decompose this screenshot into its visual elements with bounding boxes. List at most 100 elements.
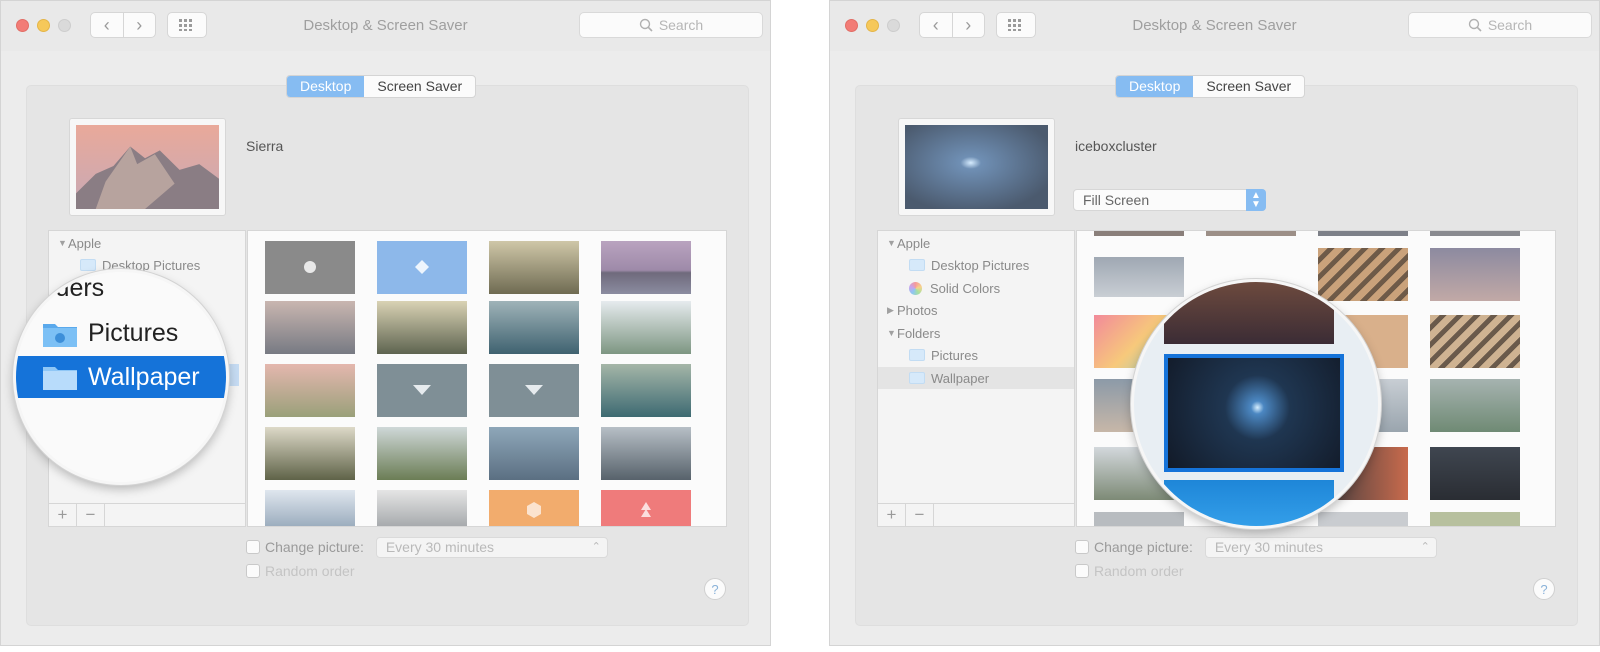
wallpaper-name: iceboxcluster	[1075, 138, 1157, 154]
wallpaper-thumbnail[interactable]	[377, 364, 467, 417]
magnified-thumbnail-above[interactable]	[1164, 282, 1334, 344]
remove-folder-button[interactable]: −	[77, 504, 105, 526]
minimize-button[interactable]	[37, 19, 50, 32]
sidebar-item-photos[interactable]: ▶ Photos	[878, 299, 1074, 321]
show-all-button[interactable]	[167, 12, 207, 38]
tab-screen-saver[interactable]: Screen Saver	[364, 76, 475, 97]
wallpaper-thumbnail[interactable]	[601, 427, 691, 480]
wallpaper-thumbnail[interactable]	[1430, 447, 1520, 500]
disclosure-triangle-icon[interactable]: ▼	[887, 238, 897, 248]
magnified-item-pictures[interactable]: Pictures	[42, 319, 178, 348]
sidebar-item-pictures[interactable]: Pictures	[878, 344, 1074, 366]
search-icon	[1468, 18, 1482, 32]
sidebar-item-apple[interactable]: ▼ Apple	[878, 232, 1074, 254]
wallpaper-preview	[69, 118, 226, 216]
wallpaper-thumbnail[interactable]	[489, 301, 579, 354]
wallpaper-thumbnail[interactable]	[489, 427, 579, 480]
magnified-item-label: Pictures	[88, 319, 179, 347]
magnified-thumbnail-below[interactable]	[1164, 480, 1334, 526]
help-button[interactable]: ?	[1533, 578, 1555, 600]
disclosure-triangle-icon[interactable]: ▼	[58, 238, 68, 248]
zoom-button[interactable]	[887, 19, 900, 32]
sidebar-item-solid-colors[interactable]: Solid Colors	[878, 277, 1074, 299]
search-field[interactable]: Search	[579, 12, 763, 38]
interval-value: Every 30 minutes	[385, 538, 495, 555]
show-all-button[interactable]	[996, 12, 1036, 38]
close-button[interactable]	[845, 19, 858, 32]
source-list: ▼ Apple Desktop Pictures Solid Colors ▶ …	[877, 230, 1075, 527]
close-button[interactable]	[16, 19, 29, 32]
wallpaper-thumbnail[interactable]	[1206, 231, 1296, 236]
wallpaper-thumbnail[interactable]	[377, 427, 467, 480]
add-folder-button[interactable]: +	[49, 504, 77, 526]
wallpaper-thumbnail[interactable]	[377, 301, 467, 354]
tab-screen-saver[interactable]: Screen Saver	[1193, 76, 1304, 97]
sidebar-toolbar: + −	[878, 503, 1074, 526]
sidebar-item-label: Apple	[68, 235, 102, 251]
wallpaper-thumbnail[interactable]	[265, 490, 355, 526]
sierra-preview-image	[76, 125, 219, 209]
wallpaper-thumbnail[interactable]	[601, 364, 691, 417]
wallpaper-thumbnail[interactable]	[1094, 231, 1184, 236]
wallpaper-thumbnail[interactable]	[265, 364, 355, 417]
add-folder-button[interactable]: +	[878, 504, 906, 526]
wallpaper-thumbnail[interactable]	[601, 301, 691, 354]
zoom-button[interactable]	[58, 19, 71, 32]
magnified-thumbnail-selected[interactable]	[1164, 354, 1344, 472]
wallpaper-thumbnail[interactable]	[489, 490, 579, 526]
random-order-checkbox[interactable]	[246, 564, 260, 578]
search-field[interactable]: Search	[1408, 12, 1592, 38]
window-desktop-screensaver-left: ‹ › Desktop & Screen Saver Search Deskto…	[0, 0, 771, 646]
interval-select[interactable]: Every 30 minutes ⌃	[1204, 536, 1437, 558]
disclosure-triangle-icon[interactable]: ▼	[887, 328, 897, 338]
folder-icon	[80, 259, 96, 271]
change-picture-label: Change picture:	[1094, 539, 1193, 555]
chevron-left-icon: ‹	[932, 14, 939, 35]
sidebar-item-apple[interactable]: ▼ Apple	[49, 232, 245, 254]
back-button[interactable]: ‹	[920, 13, 953, 37]
forward-button[interactable]: ›	[124, 13, 156, 37]
random-order-checkbox[interactable]	[1075, 564, 1089, 578]
wallpaper-thumbnail[interactable]	[1430, 248, 1520, 301]
wallpaper-thumbnail[interactable]	[265, 427, 355, 480]
folder-icon	[909, 372, 925, 384]
sidebar-item-desktop-pictures[interactable]: Desktop Pictures	[878, 254, 1074, 276]
help-button[interactable]: ?	[704, 578, 726, 600]
forward-button[interactable]: ›	[953, 13, 985, 37]
wallpaper-thumbnail[interactable]	[489, 241, 579, 294]
wallpaper-grid	[247, 230, 727, 527]
search-placeholder: Search	[658, 17, 704, 33]
tab-desktop[interactable]: Desktop	[1116, 76, 1194, 97]
wallpaper-thumbnail[interactable]	[601, 490, 691, 526]
sidebar-item-folders[interactable]: ▼ Folders	[878, 322, 1074, 344]
tab-desktop[interactable]: Desktop	[287, 76, 365, 97]
title-bar[interactable]: ‹ › Desktop & Screen Saver Search	[830, 1, 1599, 51]
wallpaper-thumbnail[interactable]	[1430, 315, 1520, 368]
wallpaper-preview	[898, 118, 1055, 216]
title-bar[interactable]: ‹ › Desktop & Screen Saver Search	[1, 1, 770, 51]
wallpaper-folder-icon	[43, 367, 77, 390]
wallpaper-thumbnail[interactable]	[601, 241, 691, 294]
change-picture-checkbox[interactable]	[246, 540, 260, 554]
change-picture-checkbox[interactable]	[1075, 540, 1089, 554]
wallpaper-thumbnail[interactable]	[265, 301, 355, 354]
wallpaper-thumbnail[interactable]	[489, 364, 579, 417]
fit-mode-select[interactable]: Fill Screen ▲ ▼	[1073, 189, 1266, 211]
wallpaper-thumbnail[interactable]	[1430, 512, 1520, 526]
sidebar-item-label: Solid Colors	[930, 280, 1001, 296]
interval-select[interactable]: Every 30 minutes ⌃	[375, 536, 608, 558]
wallpaper-thumbnail[interactable]	[377, 490, 467, 526]
wallpaper-thumbnail[interactable]	[377, 241, 467, 294]
disclosure-triangle-closed-icon[interactable]: ▶	[887, 305, 897, 316]
wallpaper-thumbnail[interactable]	[1430, 379, 1520, 432]
magnified-item-wallpaper[interactable]: Wallpaper	[16, 356, 226, 398]
minimize-button[interactable]	[866, 19, 879, 32]
wallpaper-thumbnail[interactable]	[265, 241, 355, 294]
back-button[interactable]: ‹	[91, 13, 124, 37]
fit-mode-value: Fill Screen	[1083, 192, 1150, 208]
remove-folder-button[interactable]: −	[906, 504, 934, 526]
wallpaper-thumbnail[interactable]	[1430, 231, 1520, 236]
random-order-row: Random order	[1075, 561, 1437, 581]
sidebar-item-wallpaper[interactable]: Wallpaper	[878, 367, 1074, 389]
wallpaper-thumbnail[interactable]	[1318, 231, 1408, 236]
